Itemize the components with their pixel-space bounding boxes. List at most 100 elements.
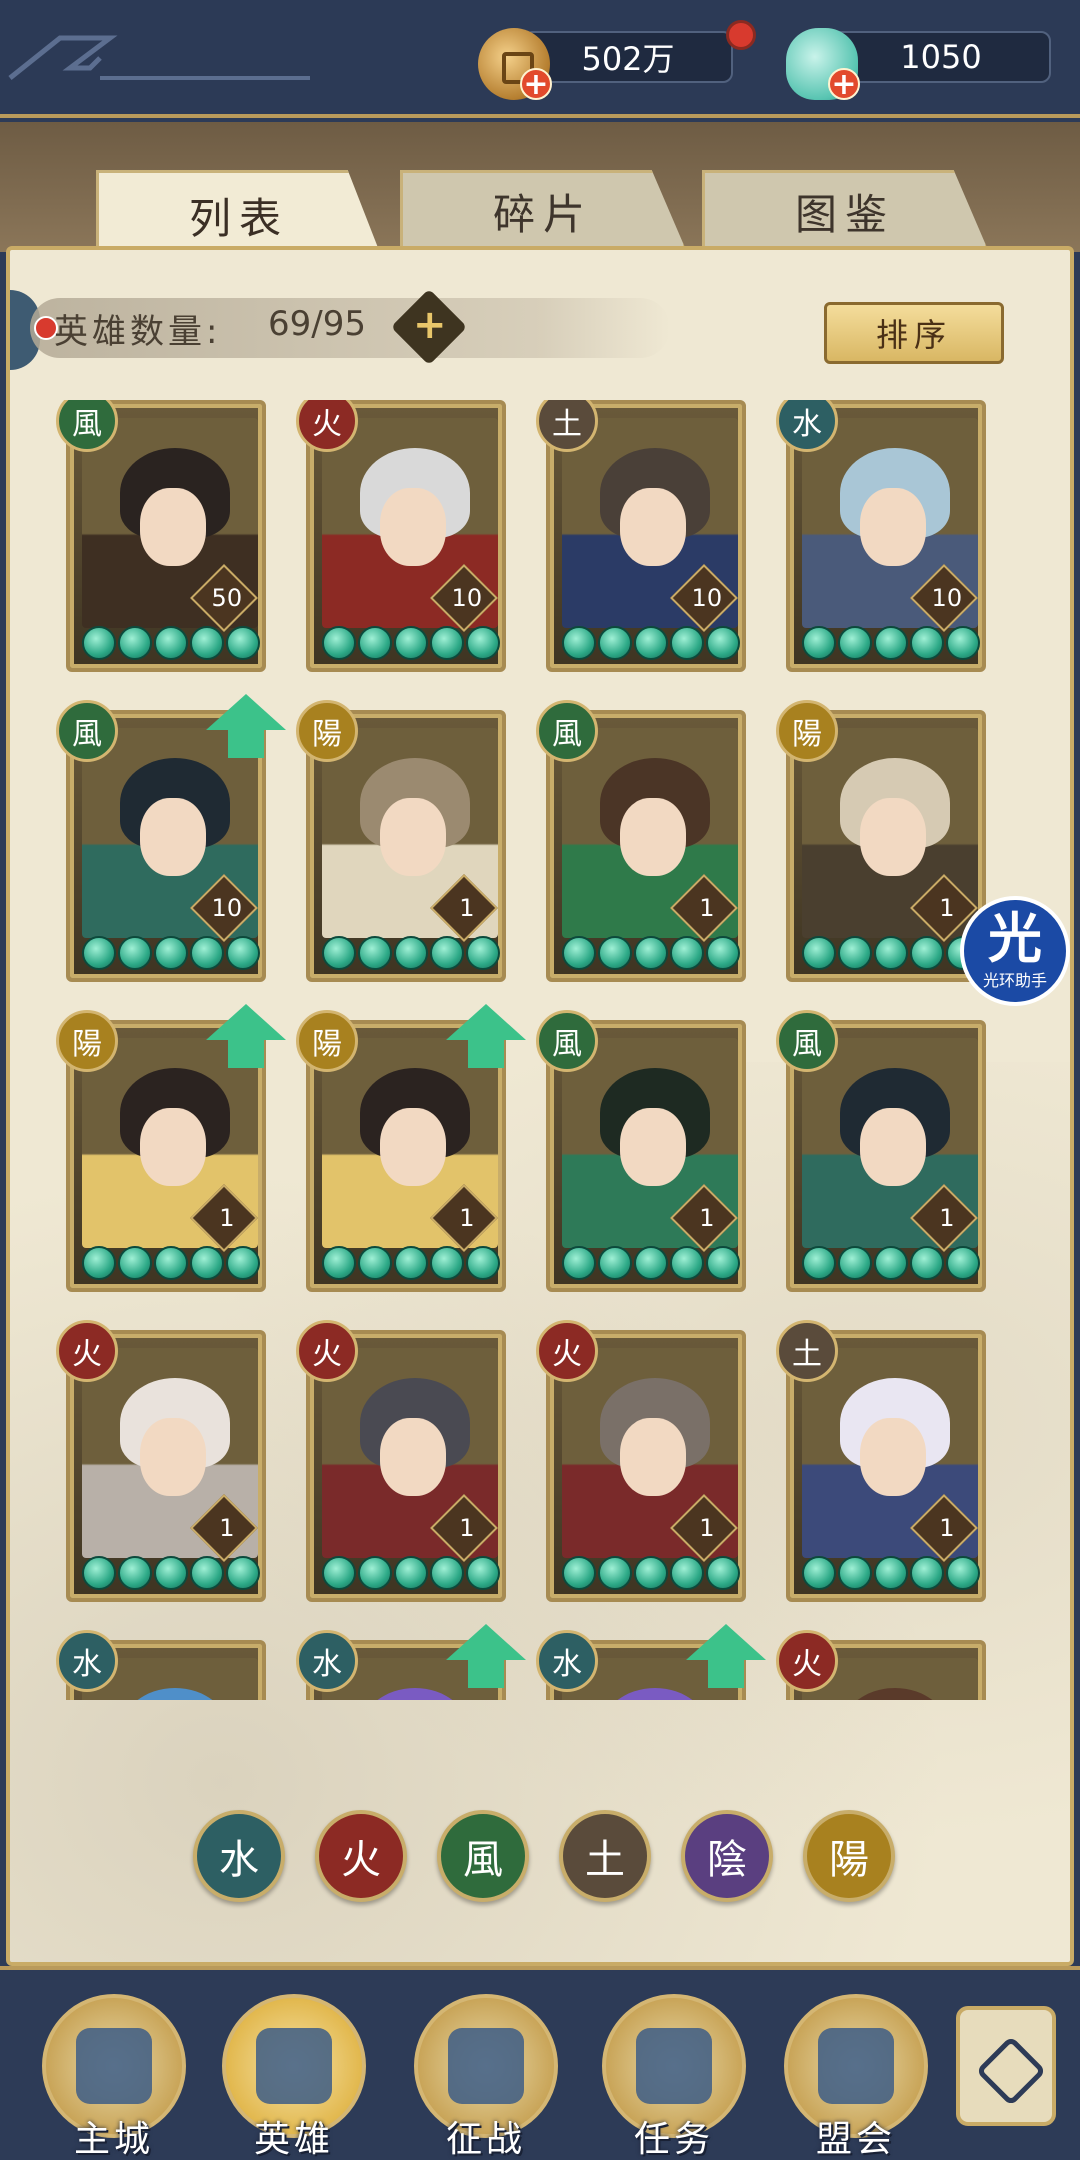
- jade-star-icon: [154, 626, 188, 660]
- jade-star-icon: [802, 936, 836, 970]
- nav-item-battle[interactable]: 征战: [414, 1994, 558, 2160]
- jade-star-icon: [706, 1246, 740, 1280]
- tab-codex[interactable]: 图鉴: [702, 170, 988, 250]
- hero-star-row: [562, 626, 740, 662]
- hero-face: [380, 1108, 446, 1186]
- jade-star-icon: [910, 1556, 944, 1590]
- tab-list-label: 列表: [188, 194, 289, 243]
- more-menu-icon[interactable]: [956, 2006, 1056, 2126]
- hero-face: [620, 798, 686, 876]
- jade-star-icon: [190, 1246, 224, 1280]
- add-jade-button[interactable]: +: [828, 68, 860, 100]
- hero-face: [620, 1418, 686, 1496]
- jade-star-icon: [226, 1556, 260, 1590]
- watermark-logo: 光: [988, 907, 1042, 970]
- notification-dot: [726, 20, 756, 50]
- hero-face: [140, 1418, 206, 1496]
- nav-item-hero[interactable]: 英雄: [222, 1994, 366, 2160]
- hero-card[interactable]: 1火: [536, 1320, 746, 1602]
- jade-star-icon: [118, 1246, 152, 1280]
- filter-yang-button[interactable]: 陽: [803, 1810, 895, 1902]
- jade-star-icon: [874, 626, 908, 660]
- filter-yin-button[interactable]: 陰: [681, 1810, 773, 1902]
- hero-list-panel: 英雄数量: 69/95 + 排序 50 風 10 火 10 土 10 水 10 風 1 陽 1 風 1 陽 1 陽…: [6, 246, 1074, 1966]
- jade-star-icon: [430, 1246, 464, 1280]
- jade-star-icon: [598, 1246, 632, 1280]
- nav-label: 盟会: [815, 2119, 896, 2160]
- hero-card[interactable]: 1火: [296, 1320, 506, 1602]
- jade-star-icon: [190, 936, 224, 970]
- element-fire-icon: 火: [536, 1320, 598, 1382]
- nav-item-guild[interactable]: 盟会: [784, 1994, 928, 2160]
- assistant-watermark[interactable]: 光 光环助手: [960, 896, 1070, 1006]
- hero-card[interactable]: 1風: [536, 700, 746, 982]
- hero-card[interactable]: 水: [536, 1624, 766, 1700]
- jade-star-icon: [154, 1246, 188, 1280]
- jade-star-icon: [838, 936, 872, 970]
- hero-card[interactable]: 50 風: [56, 400, 266, 672]
- hero-card[interactable]: 1風: [776, 1010, 986, 1292]
- jade-star-icon: [322, 936, 356, 970]
- jade-star-icon: [946, 626, 980, 660]
- hero-card[interactable]: 1陽: [296, 700, 506, 982]
- hero-face: [860, 488, 926, 566]
- decorative-swirl-icon: [8, 35, 310, 80]
- jade-star-icon: [466, 626, 500, 660]
- hero-card[interactable]: 1陽: [776, 700, 986, 982]
- bottom-nav: 主城 英雄 征战 任务 盟会: [0, 1966, 1080, 2160]
- element-wind-icon: 風: [776, 1010, 838, 1072]
- jade-star-icon: [670, 936, 704, 970]
- quest-icon: [636, 2028, 712, 2104]
- element-yang-icon: 陽: [56, 1010, 118, 1072]
- hero-card[interactable]: 水: [56, 1630, 266, 1700]
- guild-icon: [818, 2028, 894, 2104]
- jade-star-icon: [430, 1556, 464, 1590]
- element-water-icon: 水: [56, 1630, 118, 1692]
- hero-card[interactable]: 10 火: [296, 400, 506, 672]
- filter-water-button[interactable]: 水: [193, 1810, 285, 1902]
- hero-card[interactable]: 10 土: [536, 400, 746, 672]
- tab-fragments[interactable]: 碎片: [400, 170, 686, 250]
- jade-star-icon: [670, 1556, 704, 1590]
- jade-star-icon: [910, 1246, 944, 1280]
- element-yang-icon: 陽: [296, 1010, 358, 1072]
- hero-face: [140, 488, 206, 566]
- hero-face: [860, 1108, 926, 1186]
- hero-card[interactable]: 1陽: [56, 1004, 286, 1292]
- hero-level-value: 1: [699, 1514, 715, 1542]
- plus-icon: +: [412, 301, 447, 348]
- nav-item-city[interactable]: 主城: [42, 1994, 186, 2160]
- filter-earth-button[interactable]: 土: [559, 1810, 651, 1902]
- nav-item-quest[interactable]: 任务: [602, 1994, 746, 2160]
- hero-card[interactable]: 10 水: [776, 400, 986, 672]
- hero-icon: [256, 2028, 332, 2104]
- hero-card[interactable]: 水: [296, 1624, 526, 1700]
- jade-star-icon: [118, 1556, 152, 1590]
- hero-card[interactable]: 1火: [56, 1320, 266, 1602]
- hero-star-row: [322, 936, 500, 972]
- hero-level-value: 1: [219, 1204, 235, 1232]
- filter-fire-button[interactable]: 火: [315, 1810, 407, 1902]
- jade-star-icon: [190, 626, 224, 660]
- hero-card[interactable]: 1陽: [296, 1004, 526, 1292]
- hero-card[interactable]: 10 風: [56, 694, 286, 982]
- battle-icon: [448, 2028, 524, 2104]
- sort-button[interactable]: 排序: [824, 302, 1004, 364]
- jade-star-icon: [466, 1556, 500, 1590]
- hero-face: [860, 798, 926, 876]
- jade-star-icon: [802, 1556, 836, 1590]
- upgrade-arrow-icon: [446, 1624, 526, 1688]
- tab-list[interactable]: 列表: [96, 170, 382, 258]
- hero-card[interactable]: 火: [776, 1630, 986, 1700]
- jade-star-icon: [226, 1246, 260, 1280]
- hero-star-row: [322, 626, 500, 662]
- jade-star-icon: [430, 936, 464, 970]
- hero-card[interactable]: 1風: [536, 1010, 746, 1292]
- hero-card[interactable]: 1土: [776, 1320, 986, 1602]
- filter-wind-button[interactable]: 風: [437, 1810, 529, 1902]
- jade-star-icon: [430, 626, 464, 660]
- add-gold-button[interactable]: +: [520, 68, 552, 100]
- jade-star-icon: [358, 1246, 392, 1280]
- jade-star-icon: [358, 1556, 392, 1590]
- jade-star-icon: [322, 1246, 356, 1280]
